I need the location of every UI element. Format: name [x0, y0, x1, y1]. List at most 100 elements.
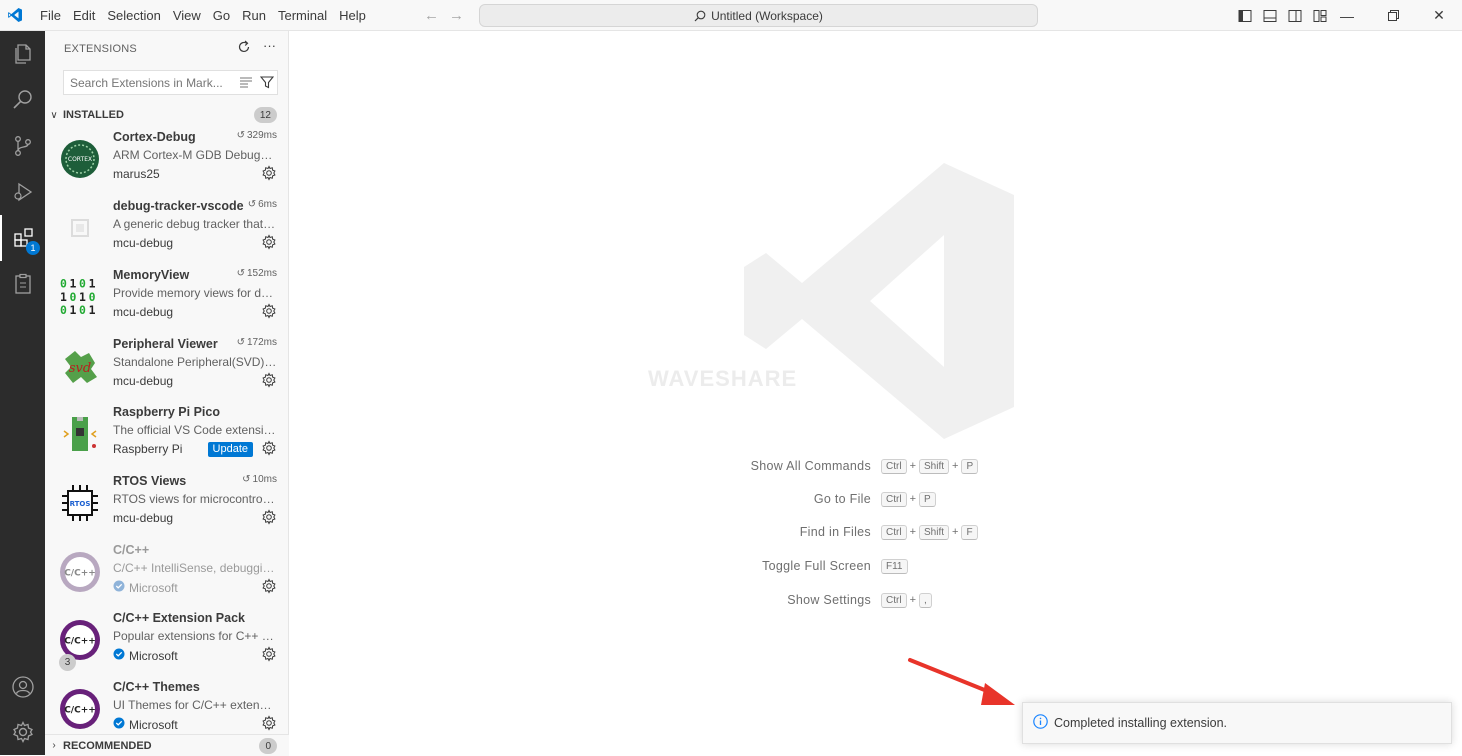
menu-view[interactable]: View: [167, 0, 207, 31]
more-actions-icon[interactable]: ···: [263, 39, 276, 59]
menu-run[interactable]: Run: [236, 0, 272, 31]
extension-publisher: marus25: [113, 167, 160, 181]
history-icon: ↺: [236, 337, 245, 348]
manage-extension-gear-icon[interactable]: [261, 646, 277, 662]
account-icon[interactable]: [0, 664, 45, 710]
manage-extension-gear-icon[interactable]: [261, 303, 277, 319]
extensions-search-input[interactable]: Search Extensions in Mark...: [63, 70, 278, 95]
extension-description: UI Themes for C/C++ extension.: [113, 698, 277, 712]
back-arrow-icon[interactable]: ←: [424, 7, 439, 24]
menu-help[interactable]: Help: [333, 0, 372, 31]
extension-item-memoryview[interactable]: 010110100101 MemoryView ↺ 152ms Provide m…: [45, 265, 289, 334]
svg-text:1: 1: [79, 290, 86, 304]
extension-item-cpp-themes[interactable]: C/C++ C/C++ Themes UI Themes for C/C++ e…: [45, 677, 289, 733]
menu-terminal[interactable]: Terminal: [272, 0, 333, 31]
menu-file[interactable]: File: [34, 0, 67, 31]
svg-text:0: 0: [79, 303, 86, 317]
clear-filter-icon[interactable]: [239, 75, 253, 92]
menu-go[interactable]: Go: [207, 0, 236, 31]
key: Ctrl: [881, 592, 907, 608]
recommended-count-badge: 0: [259, 738, 277, 754]
svg-text:0: 0: [79, 276, 86, 290]
info-icon: [1033, 714, 1048, 732]
vscode-watermark-icon: [744, 163, 1014, 439]
explorer-icon[interactable]: [0, 31, 45, 77]
shortcut-go-to-file: Go to File Ctrl + P: [700, 489, 1060, 509]
menu-bar: File Edit Selection View Go Run Terminal…: [34, 0, 372, 31]
recommended-label: RECOMMENDED: [63, 739, 152, 752]
filter-icon[interactable]: [259, 75, 275, 92]
extension-item-cortex-debug[interactable]: CORTEX Cortex-Debug ↺ 329ms ARM Cortex-M …: [45, 127, 289, 196]
extensions-badge: 1: [26, 241, 40, 255]
search-icon[interactable]: [0, 77, 45, 123]
toggle-panel-icon[interactable]: [1261, 7, 1278, 24]
watermark-text: WAVESHARE: [648, 366, 798, 391]
search-placeholder: Search Extensions in Mark...: [70, 75, 223, 90]
manage-extension-gear-icon[interactable]: [261, 578, 277, 594]
extension-item-raspberry-pi-pico[interactable]: Raspberry Pi Pico The official VS Code e…: [45, 402, 289, 471]
red-annotation-arrow: [908, 658, 1015, 705]
minimize-icon[interactable]: —: [1324, 0, 1370, 31]
menu-selection[interactable]: Selection: [101, 0, 166, 31]
update-button[interactable]: Update: [207, 442, 253, 457]
extension-publisher: Microsoft: [113, 648, 178, 663]
verified-publisher-icon: [113, 648, 125, 663]
title-bar: File Edit Selection View Go Run Terminal…: [0, 0, 1462, 31]
clipboard-icon[interactable]: [0, 261, 45, 307]
svg-text:C/C++: C/C++: [64, 569, 96, 579]
recommended-section-header[interactable]: › RECOMMENDED 0: [45, 734, 289, 756]
rtos-chip-icon: RTOS: [59, 482, 101, 524]
toggle-secondary-sidebar-icon[interactable]: [1286, 7, 1303, 24]
manage-extension-gear-icon[interactable]: [261, 165, 277, 181]
installed-section-header[interactable]: ∨ INSTALLED 12: [45, 104, 289, 126]
source-control-icon[interactable]: [0, 123, 45, 169]
menu-edit[interactable]: Edit: [67, 0, 101, 31]
refresh-icon[interactable]: [237, 40, 251, 59]
toggle-primary-sidebar-icon[interactable]: [1236, 7, 1253, 24]
manage-extension-gear-icon[interactable]: [261, 234, 277, 250]
forward-arrow-icon[interactable]: →: [449, 7, 464, 24]
cpp-logo-icon: C/C++: [59, 551, 101, 593]
close-icon[interactable]: ✕: [1416, 0, 1462, 31]
extension-item-debug-tracker[interactable]: debug-tracker-vscode ↺ 6ms A generic debu…: [45, 196, 289, 265]
key: Shift: [919, 458, 950, 474]
manage-extension-gear-icon[interactable]: [261, 440, 277, 456]
svg-text:svd: svd: [69, 361, 91, 376]
extension-name: debug-tracker-vscode: [113, 199, 244, 213]
cortex-debug-logo-icon: CORTEX: [59, 138, 101, 180]
extension-description: Popular extensions for C++ development i…: [113, 629, 277, 643]
manage-gear-icon[interactable]: [0, 709, 45, 755]
svg-text:C/C++: C/C++: [64, 706, 96, 716]
manage-extension-gear-icon[interactable]: [261, 372, 277, 388]
shortcut-show-all-commands: Show All Commands Ctrl + Shift + P: [700, 456, 1060, 476]
manage-extension-gear-icon[interactable]: [261, 715, 277, 731]
command-center-label: Untitled (Workspace): [711, 8, 823, 23]
extension-item-cpp[interactable]: C/C++ C/C++ C/C++ IntelliSense, debuggin…: [45, 540, 289, 609]
activation-time: ↺ 152ms: [236, 268, 277, 279]
restore-icon[interactable]: [1370, 0, 1416, 31]
pico-board-icon: [59, 413, 101, 455]
activation-time: ↺ 10ms: [242, 474, 277, 485]
notification-toast[interactable]: Completed installing extension.: [1022, 702, 1452, 744]
svg-text:RTOS: RTOS: [70, 500, 91, 508]
extensions-icon[interactable]: 1: [0, 215, 45, 261]
manage-extension-gear-icon[interactable]: [261, 509, 277, 525]
binary-digits-icon: 010110100101: [59, 276, 101, 318]
extension-item-cpp-extension-pack[interactable]: C/C++ 3 C/C++ Extension Pack Popular ext…: [45, 608, 289, 677]
verified-publisher-icon: [113, 717, 125, 732]
extension-item-rtos-views[interactable]: RTOS RTOS Views ↺ 10ms RTOS views for mic…: [45, 471, 289, 540]
key: Ctrl: [881, 458, 907, 474]
extension-description: Standalone Peripheral(SVD) Viewer: [113, 355, 277, 369]
command-center[interactable]: Untitled (Workspace): [479, 4, 1038, 27]
extension-name: Cortex-Debug: [113, 130, 196, 144]
extension-name: C/C++ Themes: [113, 680, 200, 694]
extension-publisher: mcu-debug: [113, 305, 174, 319]
chevron-down-icon: ∨: [50, 109, 58, 121]
extension-name: C/C++ Extension Pack: [113, 611, 246, 625]
chevron-right-icon: ›: [52, 740, 56, 751]
extension-description: The official VS Code extension for Raspb…: [113, 423, 277, 437]
history-icon: ↺: [236, 268, 245, 279]
run-debug-icon[interactable]: [0, 169, 45, 215]
extension-item-peripheral-viewer[interactable]: svd Peripheral Viewer ↺ 172ms Standalone …: [45, 334, 289, 403]
extension-publisher: mcu-debug: [113, 236, 174, 250]
